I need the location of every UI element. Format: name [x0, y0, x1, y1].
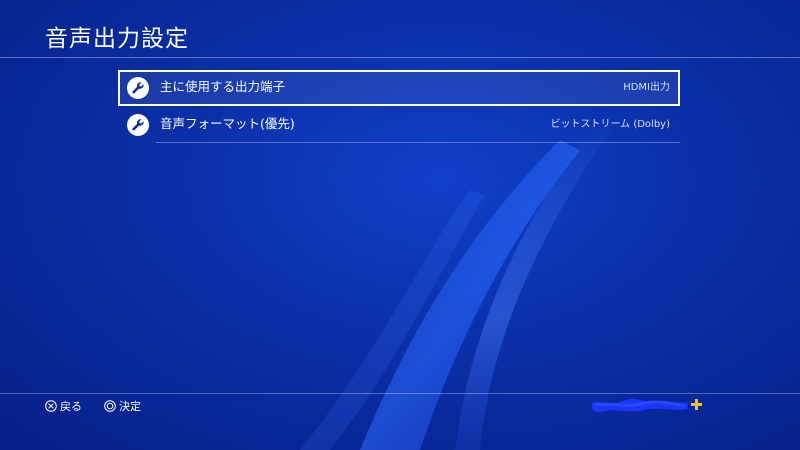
wrench-icon — [127, 77, 149, 99]
menu-item-label: 主に使用する出力端子 — [160, 79, 286, 94]
page-title: 音声出力設定 — [45, 26, 189, 52]
menu-item-value: HDMI出力 — [623, 82, 670, 93]
back-hint[interactable]: 戻る — [45, 398, 82, 416]
circle-button-icon — [104, 400, 116, 412]
header: 音声出力設定 — [0, 0, 800, 58]
footer-divider — [0, 393, 800, 394]
menu-item-divider — [156, 142, 680, 143]
wrench-icon — [127, 114, 149, 136]
cross-button-icon — [45, 400, 57, 412]
back-label: 戻る — [60, 400, 82, 413]
menu-item-output-terminal[interactable]: 主に使用する出力端子 HDMI出力 — [118, 70, 680, 106]
settings-menu: 主に使用する出力端子 HDMI出力 音声フォーマット(優先) ビットストリーム … — [118, 70, 680, 143]
enter-label: 決定 — [119, 400, 141, 413]
enter-hint[interactable]: 決定 — [104, 398, 141, 416]
header-divider — [0, 57, 800, 58]
menu-item-audio-format[interactable]: 音声フォーマット(優先) ビットストリーム (Dolby) — [118, 108, 680, 143]
redacted-username — [592, 399, 688, 412]
menu-item-label: 音声フォーマット(優先) — [160, 116, 295, 131]
background-wave — [300, 120, 615, 450]
menu-item-value: ビットストリーム (Dolby) — [550, 119, 670, 130]
ps-plus-icon — [691, 399, 702, 410]
